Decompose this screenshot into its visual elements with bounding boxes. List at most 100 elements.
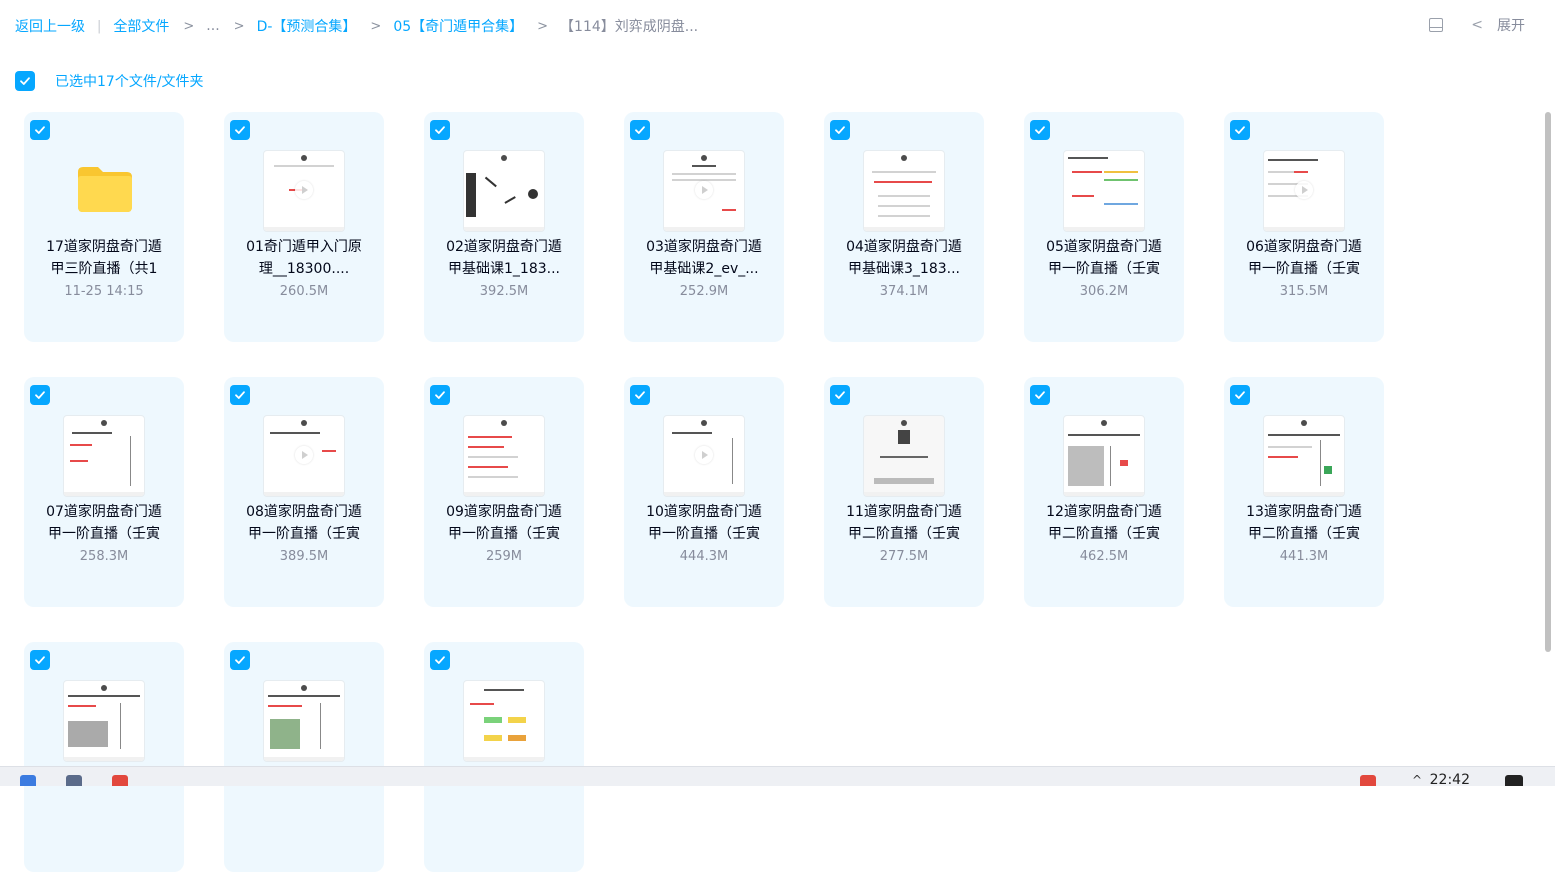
- check-icon: [835, 391, 845, 399]
- check-icon: [435, 391, 445, 399]
- file-size: 392.5M: [479, 284, 529, 299]
- file-card-video[interactable]: [424, 642, 584, 872]
- check-icon: [835, 126, 845, 134]
- check-icon: [1235, 126, 1245, 134]
- file-name: 01奇门遁甲入门原 理__18300....: [246, 239, 362, 277]
- file-name: 04道家阴盘奇门遁 甲基础课3_183...: [846, 239, 962, 277]
- file-card-video[interactable]: 01奇门遁甲入门原 理__18300.... 260.5M: [224, 112, 384, 342]
- app-icon[interactable]: [112, 775, 128, 786]
- file-size: 444.3M: [679, 549, 729, 564]
- breadcrumb: 返回上一级 | 全部文件 > ... > D-【预测合集】 > 05【奇门遁甲合…: [15, 15, 698, 37]
- check-icon: [1035, 126, 1045, 134]
- expand-button[interactable]: < 展开: [1471, 15, 1525, 35]
- item-checkbox[interactable]: [430, 385, 450, 405]
- file-card-video[interactable]: 11道家阴盘奇门遁 甲二阶直播（壬寅 277.5M: [824, 377, 984, 607]
- breadcrumb-ellipsis[interactable]: ...: [206, 18, 219, 34]
- chevron-right-icon: >: [537, 18, 549, 34]
- layout-panel-icon[interactable]: [1429, 18, 1444, 32]
- check-icon: [235, 126, 245, 134]
- file-card-video[interactable]: 08道家阴盘奇门遁 甲一阶直播（壬寅 389.5M: [224, 377, 384, 607]
- item-checkbox[interactable]: [830, 120, 850, 140]
- item-checkbox[interactable]: [230, 120, 250, 140]
- folder-icon: [78, 167, 132, 212]
- item-checkbox[interactable]: [30, 650, 50, 670]
- file-size: 315.5M: [1279, 284, 1329, 299]
- file-name: 17道家阴盘奇门遁 甲三阶直播（共1: [46, 239, 162, 277]
- file-card-video[interactable]: 12道家阴盘奇门遁 甲二阶直播（壬寅 462.5M: [1024, 377, 1184, 607]
- video-thumbnail: [664, 416, 744, 496]
- item-checkbox[interactable]: [830, 385, 850, 405]
- check-icon: [35, 391, 45, 399]
- file-card-video[interactable]: 03道家阴盘奇门遁 甲基础课2_ev_... 252.9M: [624, 112, 784, 342]
- item-checkbox[interactable]: [30, 385, 50, 405]
- item-checkbox[interactable]: [30, 120, 50, 140]
- file-card-video[interactable]: 04道家阴盘奇门遁 甲基础课3_183... 374.1M: [824, 112, 984, 342]
- item-checkbox[interactable]: [630, 120, 650, 140]
- taskbar: ^ 22:42: [0, 766, 1555, 786]
- file-card-video[interactable]: [24, 642, 184, 872]
- file-date: 11-25 14:15: [64, 284, 144, 299]
- file-card-video[interactable]: 07道家阴盘奇门遁 甲一阶直播（壬寅 258.3M: [24, 377, 184, 607]
- file-card-video[interactable]: 09道家阴盘奇门遁 甲一阶直播（壬寅 259M: [424, 377, 584, 607]
- breadcrumb-level2[interactable]: 05【奇门遁甲合集】: [393, 16, 523, 36]
- chevron-up-icon[interactable]: ^: [1412, 773, 1422, 786]
- file-card-video[interactable]: 10道家阴盘奇门遁 甲一阶直播（壬寅 444.3M: [624, 377, 784, 607]
- scrollbar-thumb[interactable]: [1545, 112, 1551, 652]
- video-thumbnail: [864, 151, 944, 231]
- video-thumbnail: [64, 681, 144, 761]
- video-thumbnail: [264, 416, 344, 496]
- video-thumbnail: [1264, 416, 1344, 496]
- selection-count: 已选中17个文件/文件夹: [55, 74, 204, 90]
- check-icon: [435, 126, 445, 134]
- chevron-right-icon: >: [370, 18, 382, 34]
- file-card-folder[interactable]: 17道家阴盘奇门遁 甲三阶直播（共1 11-25 14:15: [24, 112, 184, 342]
- file-name: 03道家阴盘奇门遁 甲基础课2_ev_...: [646, 239, 762, 277]
- file-card-video[interactable]: 13道家阴盘奇门遁 甲二阶直播（壬寅 441.3M: [1224, 377, 1384, 607]
- item-checkbox[interactable]: [1230, 385, 1250, 405]
- file-size: 389.5M: [279, 549, 329, 564]
- breadcrumb-all-files[interactable]: 全部文件: [113, 16, 169, 36]
- item-checkbox[interactable]: [630, 385, 650, 405]
- app-icon[interactable]: [66, 775, 82, 786]
- play-icon: [695, 446, 713, 464]
- back-link[interactable]: 返回上一级: [15, 16, 85, 36]
- file-name: 12道家阴盘奇门遁 甲二阶直播（壬寅: [1046, 504, 1162, 542]
- item-checkbox[interactable]: [1230, 120, 1250, 140]
- file-card-video[interactable]: 02道家阴盘奇门遁 甲基础课1_183... 392.5M: [424, 112, 584, 342]
- app-icon[interactable]: [20, 775, 36, 786]
- item-checkbox[interactable]: [430, 650, 450, 670]
- file-size: 259M: [485, 549, 523, 564]
- vertical-scrollbar[interactable]: [1545, 112, 1551, 652]
- play-icon: [695, 181, 713, 199]
- breadcrumb-level1[interactable]: D-【预测合集】: [257, 16, 357, 36]
- file-name: 08道家阴盘奇门遁 甲一阶直播（壬寅: [246, 504, 362, 542]
- file-card-video[interactable]: 05道家阴盘奇门遁 甲一阶直播（壬寅 306.2M: [1024, 112, 1184, 342]
- file-size: 258.3M: [79, 549, 129, 564]
- chevron-right-icon: >: [183, 18, 195, 34]
- video-thumbnail: [464, 681, 544, 761]
- notification-icon[interactable]: [1505, 775, 1523, 786]
- file-card-video[interactable]: [224, 642, 384, 872]
- top-right-tools: < 展开: [1429, 14, 1525, 36]
- select-all-checkbox[interactable]: [15, 71, 35, 91]
- chevron-right-icon: >: [233, 18, 245, 34]
- item-checkbox[interactable]: [230, 650, 250, 670]
- expand-label: 展开: [1497, 18, 1525, 34]
- tray-icon[interactable]: [1360, 775, 1376, 786]
- file-name: 05道家阴盘奇门遁 甲一阶直播（壬寅: [1046, 239, 1162, 277]
- file-size: 277.5M: [879, 549, 929, 564]
- file-size: 462.5M: [1079, 549, 1129, 564]
- item-checkbox[interactable]: [230, 385, 250, 405]
- file-card-video[interactable]: 06道家阴盘奇门遁 甲一阶直播（壬寅 315.5M: [1224, 112, 1384, 342]
- clock: 22:42: [1429, 772, 1470, 786]
- item-checkbox[interactable]: [1030, 385, 1050, 405]
- check-icon: [35, 126, 45, 134]
- breadcrumb-current: 【114】刘弈成阴盘...: [560, 19, 699, 35]
- file-size: 374.1M: [879, 284, 929, 299]
- file-size: 260.5M: [279, 284, 329, 299]
- video-thumbnail: [664, 151, 744, 231]
- item-checkbox[interactable]: [430, 120, 450, 140]
- check-icon: [35, 656, 45, 664]
- item-checkbox[interactable]: [1030, 120, 1050, 140]
- play-icon: [1295, 181, 1313, 199]
